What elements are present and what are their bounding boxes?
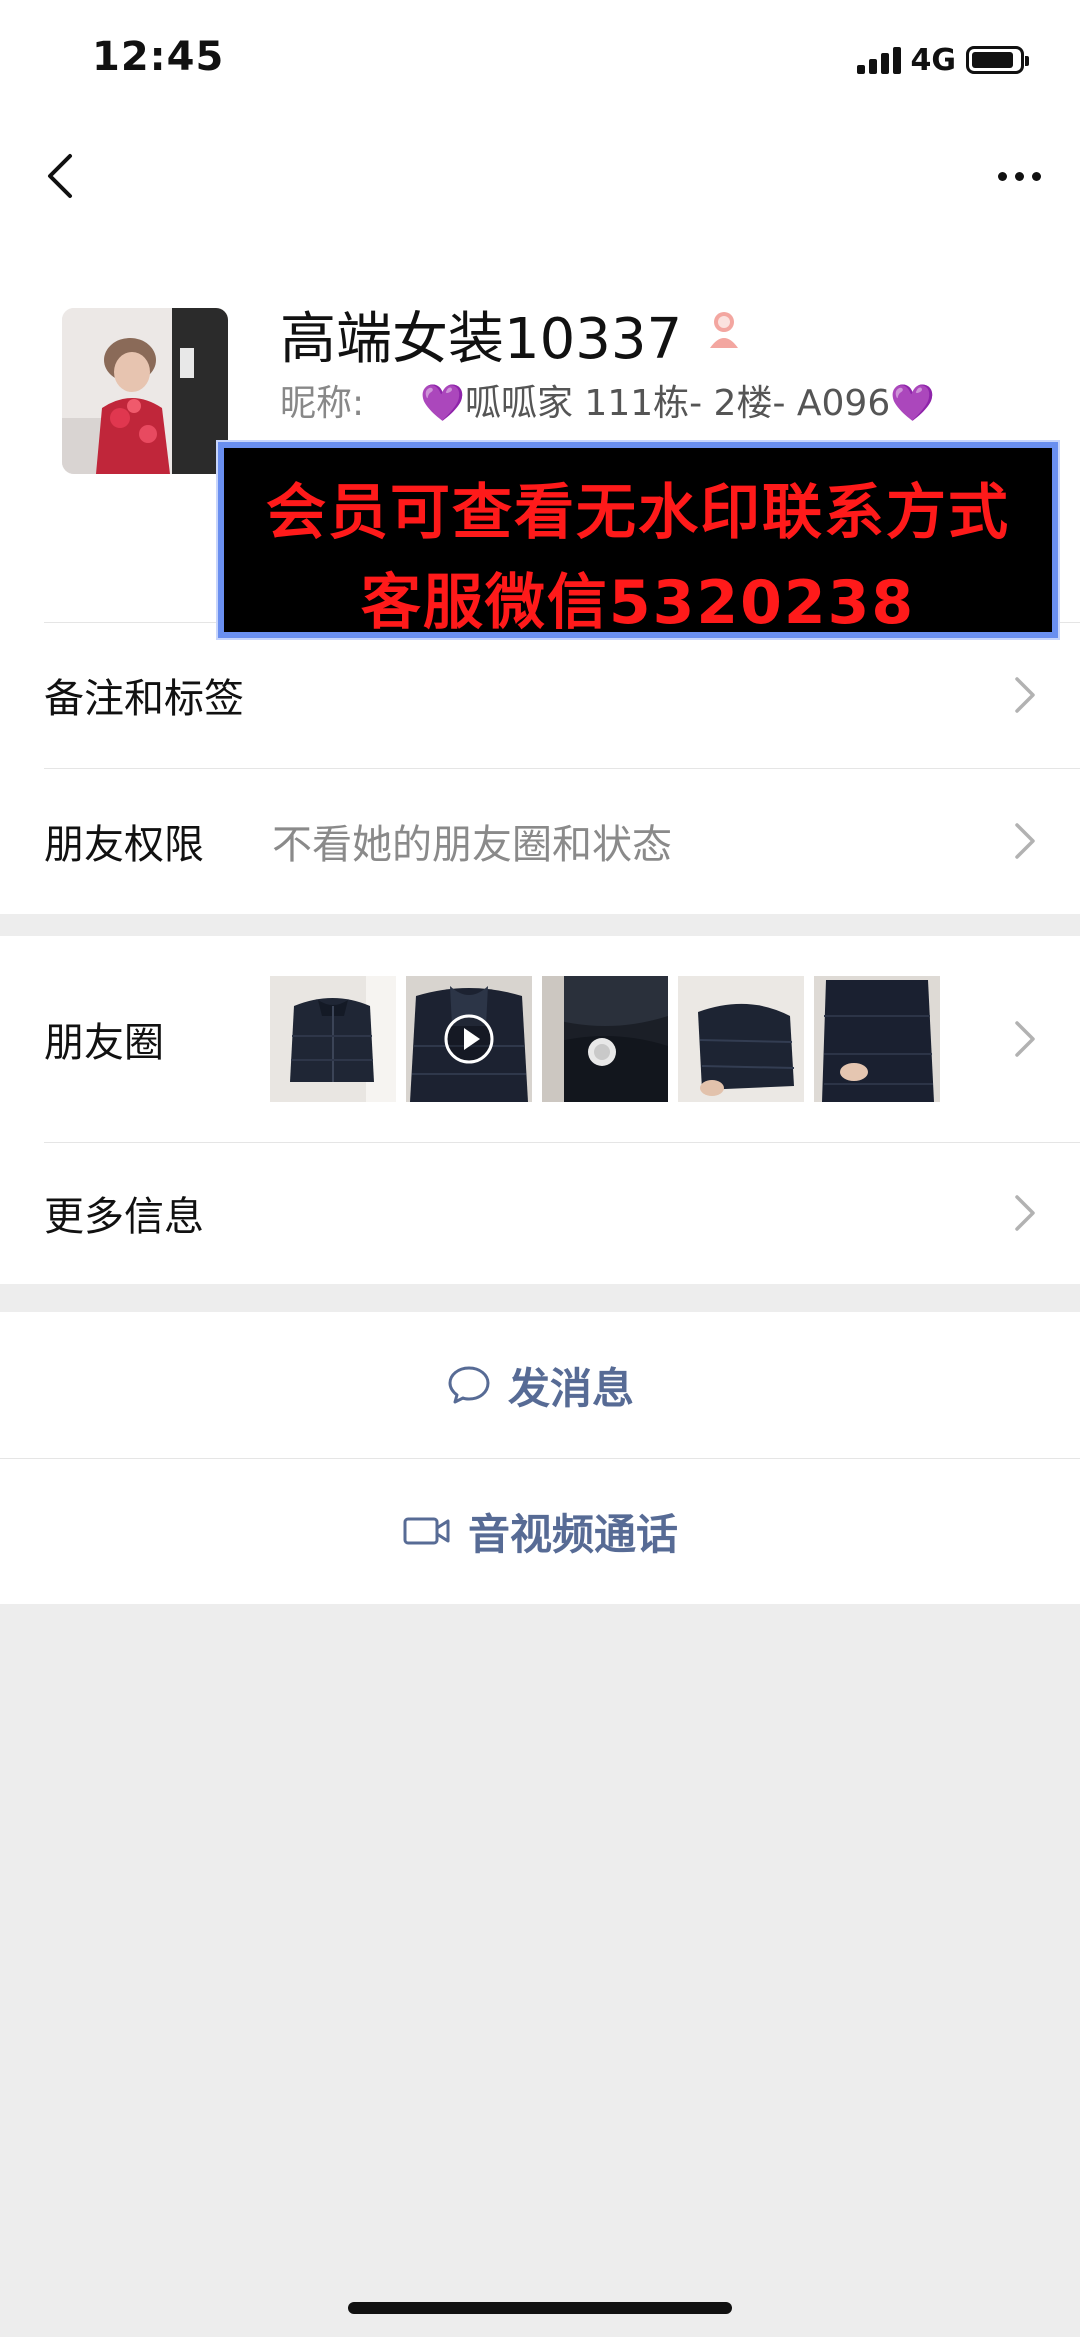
moments-thumbnail <box>814 976 940 1102</box>
status-indicators: 4G <box>856 40 1029 80</box>
permissions-title: 朋友权限 <box>44 822 204 868</box>
signal-icon <box>856 46 901 74</box>
chevron-right-icon <box>1015 823 1035 859</box>
network-type: 4G <box>910 42 957 78</box>
moments-thumbnails <box>270 976 940 1102</box>
more-dot <box>1031 171 1041 181</box>
permissions-cell[interactable]: 朋友权限 不看她的朋友圈和状态 <box>0 768 1080 914</box>
moments-thumbnail <box>542 976 668 1102</box>
status-time: 12:45 <box>92 34 225 80</box>
chevron-right-icon <box>1015 1195 1035 1231</box>
more-dot <box>1014 171 1024 181</box>
play-icon <box>444 1014 494 1064</box>
status-bar: 12:45 4G <box>0 0 1080 120</box>
video-call-label: 音视频通话 <box>467 1509 678 1559</box>
video-call-button[interactable]: 音视频通话 <box>0 1458 1080 1604</box>
nickname-label: 昵称: <box>280 383 365 424</box>
watermark-line-1: 会员可查看无水印联系方式 <box>266 478 1010 548</box>
chevron-right-icon <box>1015 677 1035 713</box>
send-message-label: 发消息 <box>507 1363 634 1413</box>
moments-thumbnail <box>406 976 532 1102</box>
chevron-right-icon <box>1015 1021 1035 1057</box>
more-info-cell[interactable]: 更多信息 <box>0 1142 1080 1284</box>
settings-group: 备注和标签 朋友权限 不看她的朋友圈和状态 <box>0 622 1080 914</box>
actions-group: 发消息 音视频通话 <box>0 1312 1080 1604</box>
more-dot <box>997 171 1007 181</box>
avatar[interactable] <box>62 308 228 474</box>
profile-name: 高端女装10337 <box>280 307 683 372</box>
nav-bar <box>0 120 1080 232</box>
remarks-title: 备注和标签 <box>44 676 244 722</box>
home-indicator[interactable] <box>348 2302 732 2314</box>
moments-thumbnail <box>270 976 396 1102</box>
watermark-line-2: 客服微信5320238 <box>360 568 916 638</box>
nickname-value: 💜呱呱家 111栋- 2楼- A096💜 <box>420 383 936 424</box>
more-button[interactable] <box>984 146 1054 206</box>
moments-cell[interactable]: 朋友圈 <box>0 936 1080 1142</box>
female-icon <box>710 312 738 348</box>
nickname-row: 昵称: 💜呱呱家 111栋- 2楼- A096💜 <box>280 374 935 426</box>
permissions-value: 不看她的朋友圈和状态 <box>272 822 672 868</box>
remarks-cell[interactable]: 备注和标签 <box>0 622 1080 768</box>
watermark-banner: 会员可查看无水印联系方式 客服微信5320238 <box>216 440 1060 640</box>
info-group: 朋友圈 更多信息 <box>0 936 1080 1284</box>
video-camera-icon <box>403 1517 450 1545</box>
moments-title: 朋友圈 <box>44 1020 164 1066</box>
more-info-title: 更多信息 <box>44 1194 204 1240</box>
battery-icon <box>966 46 1029 74</box>
chevron-left-icon <box>48 154 72 198</box>
back-button[interactable] <box>30 146 90 206</box>
avatar-image <box>62 308 228 474</box>
moments-thumbnail <box>678 976 804 1102</box>
chat-bubble-icon <box>448 1366 490 1404</box>
send-message-button[interactable]: 发消息 <box>0 1312 1080 1458</box>
